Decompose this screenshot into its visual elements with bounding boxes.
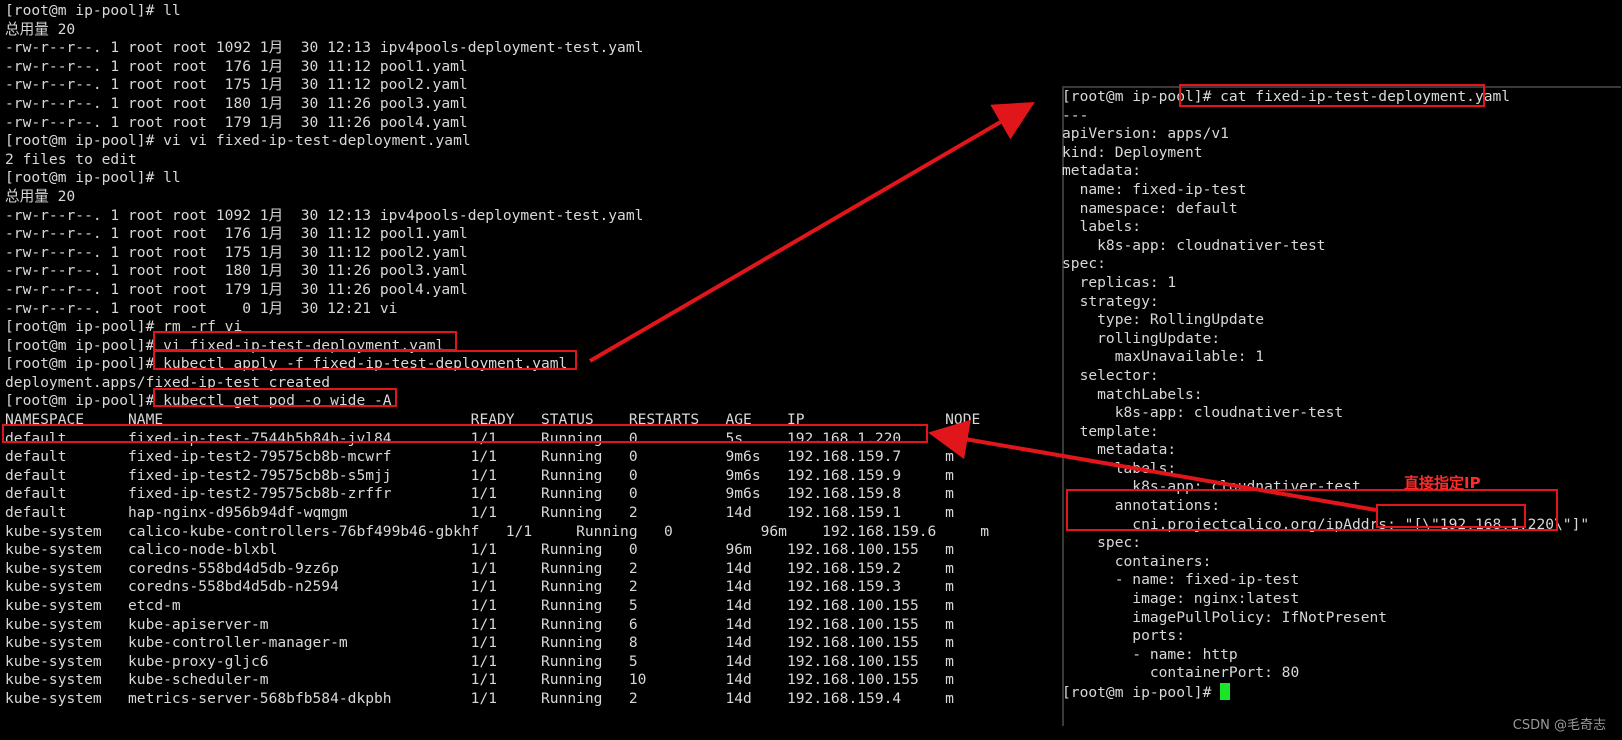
terminal-line: -rw-r--r--. 1 root root 176 1月 30 11:12 … [5,57,468,75]
terminal-line: kube-system kube-apiserver-m 1/1 Running… [5,615,954,633]
terminal-line: labels: [1062,218,1142,236]
terminal-line: selector: [1062,366,1159,384]
terminal-line: namespace: default [1062,199,1238,217]
terminal-prompt: [root@m ip-pool]# [1062,684,1221,701]
terminal-line: -rw-r--r--. 1 root root 180 1月 30 11:26 … [5,262,468,280]
terminal-line: 总用量 20 [5,20,76,38]
terminal-line: containerPort: 80 [1062,664,1300,682]
terminal-line: image: nginx:latest [1062,590,1300,608]
terminal-line: name: fixed-ip-test [1062,180,1247,198]
cursor-block[interactable] [1220,683,1231,700]
terminal-line: metadata: [1062,162,1142,180]
terminal-line: ports: [1062,627,1186,645]
terminal-line: kube-system calico-kube-controllers-76bf… [5,522,990,540]
terminal-line: [root@m ip-pool]# ll [5,2,181,19]
terminal-line: strategy: [1062,292,1159,310]
terminal-line: labels: [1062,459,1177,477]
terminal-line: type: RollingUpdate [1062,311,1265,329]
terminal-line: - name: http [1062,645,1238,663]
terminal-line: rollingUpdate: [1062,329,1221,347]
watermark: CSDN @毛奇志 [1512,718,1606,733]
terminal-line: -rw-r--r--. 1 root root 176 1月 30 11:12 … [5,225,468,243]
terminal-line: [root@m ip-pool]# ll [5,169,181,187]
highlight-apply-command [153,350,577,370]
highlight-cat-command [1179,84,1485,107]
terminal-line: default hap-nginx-d956b94df-wqmgm 1/1 Ru… [5,504,954,522]
terminal-line: spec: [1062,534,1142,552]
terminal-line: [root@m ip-pool]# vi vi fixed-ip-test-de… [5,132,471,150]
terminal-line: template: [1062,422,1159,440]
terminal-line: replicas: 1 [1062,273,1177,291]
terminal-line: -rw-r--r--. 1 root root 179 1月 30 11:26 … [5,280,468,298]
terminal-prompt-line[interactable]: [root@m ip-pool]# [1062,683,1618,702]
terminal-line: apiVersion: apps/v1 [1062,125,1229,143]
terminal-line: -rw-r--r--. 1 root root 175 1月 30 11:12 … [5,243,468,261]
terminal-line: kube-system coredns-558bd4d5db-9zz6p 1/1… [5,559,954,577]
terminal-line: -rw-r--r--. 1 root root 1092 1月 30 12:13… [5,206,644,224]
terminal-line: kube-system kube-proxy-gljc6 1/1 Running… [5,652,954,670]
terminal-line: default fixed-ip-test2-79575cb8b-zrffr 1… [5,485,954,503]
annotation-note: 直接指定IP [1404,474,1481,492]
terminal-line: 总用量 20 [5,187,76,205]
right-terminal-output: [root@m ip-pool]# cat fixed-ip-test-depl… [1062,88,1618,683]
terminal-line: kube-system coredns-558bd4d5db-n2594 1/1… [5,578,954,596]
terminal-line: -rw-r--r--. 1 root root 0 1月 30 12:21 vi [5,299,398,317]
terminal-line: kube-system etcd-m 1/1 Running 5 14d 192… [5,597,954,614]
terminal-line: kind: Deployment [1062,143,1203,161]
terminal-line: --- [1062,106,1089,124]
highlight-get-pod-command [153,388,397,407]
terminal-line: -rw-r--r--. 1 root root 179 1月 30 11:26 … [5,113,468,131]
terminal-line: matchLabels: [1062,385,1203,403]
terminal-line: containers: [1062,552,1212,570]
terminal-line: 2 files to edit [5,150,137,168]
highlight-vi-command [153,331,457,351]
highlight-fixed-ip-pod-row [2,424,928,443]
terminal-line: metadata: [1062,441,1177,459]
terminal-line: k8s-app: cloudnativer-test [1062,404,1344,422]
terminal-line: -rw-r--r--. 1 root root 180 1月 30 11:26 … [5,94,468,112]
terminal-line: kube-system calico-node-blxbl 1/1 Runnin… [5,541,954,559]
terminal-line: k8s-app: cloudnativer-test [1062,236,1326,254]
terminal-line: -rw-r--r--. 1 root root 1092 1月 30 12:13… [5,39,644,57]
terminal-line: -rw-r--r--. 1 root root 175 1月 30 11:12 … [5,76,468,94]
right-terminal: [root@m ip-pool]# cat fixed-ip-test-depl… [1062,88,1618,702]
terminal-line: maxUnavailable: 1 [1062,348,1265,366]
terminal-line: kube-system kube-scheduler-m 1/1 Running… [5,671,954,689]
terminal-line: imagePullPolicy: IfNotPresent [1062,608,1388,626]
highlight-ip-value [1376,504,1526,528]
terminal-line: kube-system kube-controller-manager-m 1/… [5,634,954,652]
terminal-line: default fixed-ip-test2-79575cb8b-mcwrf 1… [5,448,954,466]
terminal-line: default fixed-ip-test2-79575cb8b-s5mjj 1… [5,466,954,484]
terminal-line: spec: [1062,255,1106,273]
terminal-line: - name: fixed-ip-test [1062,571,1300,589]
terminal-line: kube-system metrics-server-568bfb584-dkp… [5,689,954,707]
